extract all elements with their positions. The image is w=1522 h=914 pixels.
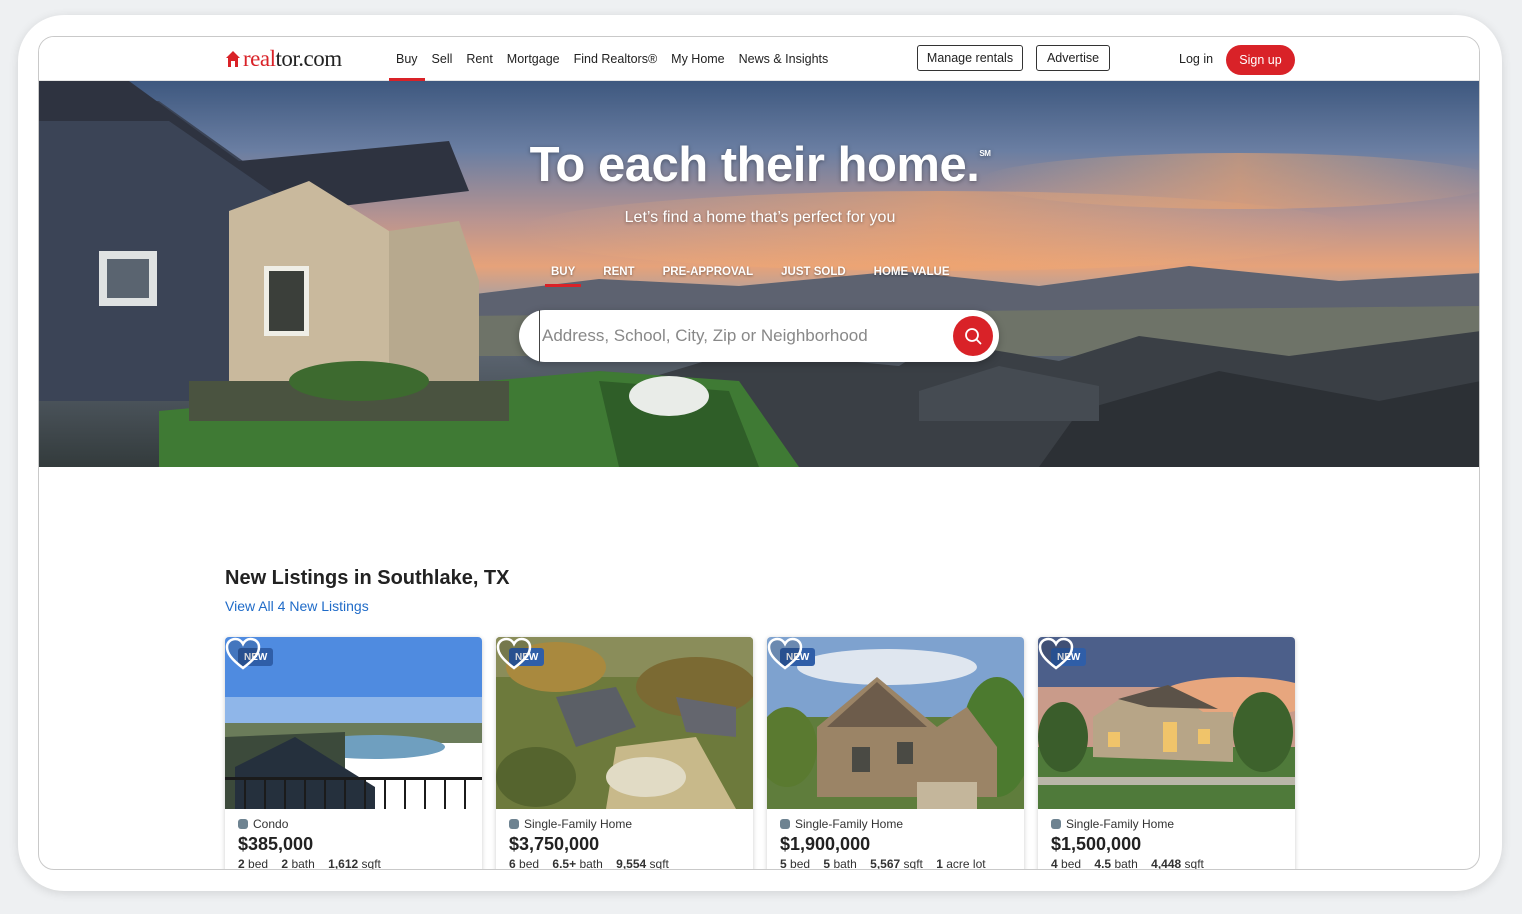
- spec-beds: 6 bed: [509, 857, 540, 870]
- search-tab-home-value[interactable]: HOME VALUE: [874, 266, 950, 287]
- spec-sqft: 5,567 sqft: [870, 857, 923, 870]
- login-link[interactable]: Log in: [1179, 37, 1213, 81]
- spec-beds: 2 bed: [238, 857, 269, 870]
- spec-baths: 4.5 bath: [1094, 857, 1138, 870]
- spec-beds: 5 bed: [780, 857, 811, 870]
- realtor-logo[interactable]: realtor.com: [225, 46, 342, 72]
- spec-sqft: 9,554 sqft: [616, 857, 669, 870]
- nav-news-insights[interactable]: News & Insights: [732, 37, 836, 81]
- search-tab-rent[interactable]: RENT: [603, 266, 634, 287]
- spec-sqft: 4,448 sqft: [1151, 857, 1204, 870]
- listing-photo[interactable]: NEW: [496, 637, 753, 809]
- listing-photo[interactable]: NEW: [225, 637, 482, 809]
- browser-viewport: realtor.com Buy Sell Rent Mortgage Find …: [38, 36, 1480, 870]
- listing-price: $385,000: [238, 834, 314, 854]
- hero-title: To each their home.SM: [529, 138, 991, 192]
- advertise-button[interactable]: Advertise: [1036, 45, 1110, 71]
- search-tab-pre-approval[interactable]: PRE-APPROVAL: [663, 266, 754, 287]
- property-type-dot-icon: [1051, 819, 1061, 829]
- main-nav: Buy Sell Rent Mortgage Find Realtors® My…: [389, 37, 835, 81]
- property-type-dot-icon: [780, 819, 790, 829]
- property-type-dot-icon: [509, 819, 519, 829]
- listing-card[interactable]: NEW Single-Family Home $3,750,000 6 bed …: [496, 637, 753, 870]
- site-header: realtor.com Buy Sell Rent Mortgage Find …: [39, 37, 1479, 81]
- hero-banner: To each their home.SM Let’s find a home …: [39, 81, 1479, 467]
- manage-rentals-button[interactable]: Manage rentals: [917, 45, 1023, 71]
- property-type-dot-icon: [238, 819, 248, 829]
- listing-cards: NEW Condo $385,000 2 bed 2 bath 1,612 sq…: [225, 637, 1309, 870]
- nav-sell[interactable]: Sell: [425, 37, 460, 81]
- house-logo-icon: [226, 51, 240, 67]
- search-tabs: BUY RENT PRE-APPROVAL JUST SOLD HOME VAL…: [544, 266, 978, 287]
- listing-specs: 2 bed 2 bath 1,612 sqft: [238, 857, 469, 870]
- property-type: Single-Family Home: [509, 817, 740, 831]
- property-type: Single-Family Home: [780, 817, 1011, 831]
- search-box: [519, 310, 999, 362]
- listing-card[interactable]: NEW Single-Family Home $1,900,000 5 bed …: [767, 637, 1024, 870]
- listing-specs: 6 bed 6.5+ bath 9,554 sqft: [509, 857, 740, 870]
- nav-buy[interactable]: Buy: [389, 37, 425, 81]
- heart-icon[interactable]: [496, 637, 532, 671]
- spec-sqft: 1,612 sqft: [328, 857, 381, 870]
- spec-baths: 6.5+ bath: [552, 857, 603, 870]
- spec-baths: 2 bath: [281, 857, 315, 870]
- spec-lot: 1 acre lot: [936, 857, 986, 870]
- search-tab-buy[interactable]: BUY: [544, 266, 582, 287]
- search-icon: [965, 328, 982, 345]
- view-all-listings-link[interactable]: View All 4 New Listings: [225, 598, 369, 614]
- heart-icon[interactable]: [1038, 637, 1074, 671]
- listing-specs: 4 bed 4.5 bath 4,448 sqft: [1051, 857, 1282, 870]
- listing-card[interactable]: NEW Single-Family Home $1,500,000 4 bed …: [1038, 637, 1295, 870]
- search-button[interactable]: [953, 316, 993, 356]
- heart-icon[interactable]: [225, 637, 261, 671]
- listing-photo[interactable]: NEW: [1038, 637, 1295, 809]
- listing-card[interactable]: NEW Condo $385,000 2 bed 2 bath 1,612 sq…: [225, 637, 482, 870]
- listing-price: $1,900,000: [780, 834, 871, 854]
- heart-icon[interactable]: [767, 637, 803, 671]
- new-listings-title: New Listings in Southlake, TX: [225, 567, 510, 589]
- listing-price: $3,750,000: [509, 834, 600, 854]
- property-type: Condo: [238, 817, 469, 831]
- nav-mortgage[interactable]: Mortgage: [500, 37, 567, 81]
- search-input[interactable]: [539, 310, 939, 362]
- signup-button[interactable]: Sign up: [1226, 45, 1295, 75]
- spec-baths: 5 bath: [823, 857, 857, 870]
- listing-photo[interactable]: NEW: [767, 637, 1024, 809]
- nav-find-realtors[interactable]: Find Realtors®: [567, 37, 665, 81]
- listing-price: $1,500,000: [1051, 834, 1142, 854]
- nav-rent[interactable]: Rent: [459, 37, 499, 81]
- listing-specs: 5 bed 5 bath 5,567 sqft 1 acre lot: [780, 857, 1011, 870]
- logo-wordmark: realtor.com: [243, 46, 342, 71]
- spec-beds: 4 bed: [1051, 857, 1082, 870]
- search-tab-just-sold[interactable]: JUST SOLD: [781, 266, 846, 287]
- nav-my-home[interactable]: My Home: [664, 37, 731, 81]
- property-type: Single-Family Home: [1051, 817, 1282, 831]
- hero-subtitle: Let’s find a home that’s perfect for you: [624, 209, 896, 226]
